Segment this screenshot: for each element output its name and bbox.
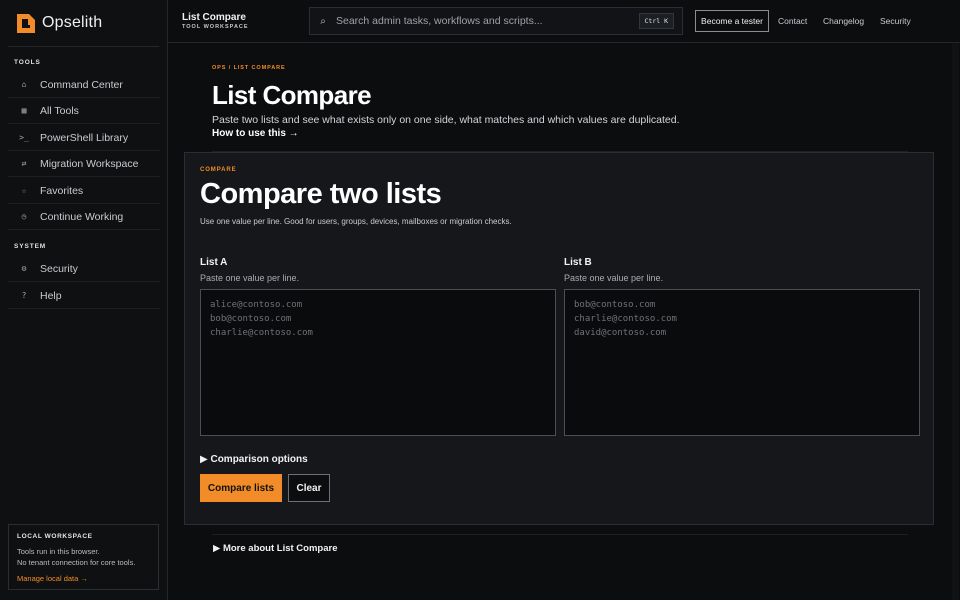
sidebar-item-help[interactable]: ? Help [8,283,160,309]
local-workspace-title: LOCAL WORKSPACE [17,533,93,540]
clock-icon: ◷ [21,212,27,221]
sidebar-item-migration-workspace[interactable]: ⇄ Migration Workspace [8,151,160,177]
become-tester-button[interactable]: Become a tester [695,10,769,32]
sidebar-item-favorites[interactable]: ☆ Favorites [8,178,160,204]
scrollbar-thumb[interactable] [952,43,959,600]
list-a-textarea[interactable] [200,289,556,436]
home-icon: ⌂ [21,80,27,89]
star-icon: ☆ [21,186,27,195]
sidebar: Opselith TOOLS ⌂ Command Center ▦ All To… [0,0,168,600]
breadcrumb: OPS / LIST COMPARE [212,65,286,71]
divider [8,46,159,47]
search-input[interactable]: Search admin tasks, workflows and script… [336,15,639,27]
sidebar-item-label: Security [40,262,78,275]
more-about-toggle[interactable]: ▶ More about List Compare [213,543,337,554]
tool-title: List Compare [182,12,246,23]
divider [212,534,908,535]
swap-arrows-icon: ⇄ [21,159,27,168]
sidebar-item-continue-working[interactable]: ◷ Continue Working [8,204,160,230]
scrollbar[interactable] [951,43,960,600]
sidebar-item-command-center[interactable]: ⌂ Command Center [8,72,160,98]
card-title: Compare two lists [200,178,442,210]
sidebar-item-label: PowerShell Library [40,131,129,144]
help-icon: ? [21,291,27,300]
nav-link-security[interactable]: Security [880,16,911,26]
clear-button[interactable]: Clear [288,474,330,502]
sidebar-item-label: Favorites [40,184,84,197]
sidebar-item-label: Migration Workspace [40,157,139,170]
sidebar-item-all-tools[interactable]: ▦ All Tools [8,98,160,124]
manage-local-data-link[interactable]: Manage local data → [17,574,88,583]
search-bar[interactable]: ⌕ Search admin tasks, workflows and scri… [309,7,683,35]
card-kicker: COMPARE [200,167,237,173]
list-a-label: List A [200,257,228,268]
tool-subtitle: TOOL WORKSPACE [182,24,249,30]
local-workspace-panel: LOCAL WORKSPACE Tools run in this browse… [8,524,159,590]
page-description: Paste two lists and see what exists only… [212,114,680,126]
keyboard-shortcut-badge: Ctrl K [638,13,674,29]
top-bar: List Compare TOOL WORKSPACE ⌕ Search adm… [168,0,960,43]
sidebar-item-label: Help [40,289,62,302]
sidebar-item-label: All Tools [40,104,79,117]
how-to-use-link[interactable]: How to use this → [212,128,299,139]
brand-name: Opselith [42,14,103,31]
sidebar-item-security[interactable]: ⚙ Security [8,256,160,282]
list-a-hint: Paste one value per line. [200,273,300,283]
page-title: List Compare [212,80,372,110]
section-label-system: SYSTEM [14,243,47,250]
sidebar-item-label: Command Center [40,78,123,91]
search-icon: ⌕ [320,15,326,27]
gear-icon: ⚙ [21,264,27,273]
section-label-tools: TOOLS [14,59,41,66]
opselith-logo-icon [17,13,35,33]
list-b-textarea[interactable] [564,289,920,436]
card-description: Use one value per line. Good for users, … [200,217,512,226]
grid-icon: ▦ [21,106,27,115]
list-b-label: List B [564,257,592,268]
sidebar-item-label: Continue Working [40,210,124,223]
nav-link-contact[interactable]: Contact [778,16,807,26]
nav-link-changelog[interactable]: Changelog [823,16,864,26]
compare-card: COMPARE Compare two lists Use one value … [184,152,934,525]
brand[interactable]: Opselith [17,13,102,33]
compare-lists-button[interactable]: Compare lists [200,474,282,502]
local-workspace-info: No tenant connection for core tools. [17,558,136,567]
local-workspace-info: Tools run in this browser. [17,547,100,556]
list-b-hint: Paste one value per line. [564,273,664,283]
terminal-icon: >_ [19,133,29,142]
comparison-options-toggle[interactable]: ▶ Comparison options [200,454,308,465]
sidebar-item-powershell-library[interactable]: >_ PowerShell Library [8,125,160,151]
